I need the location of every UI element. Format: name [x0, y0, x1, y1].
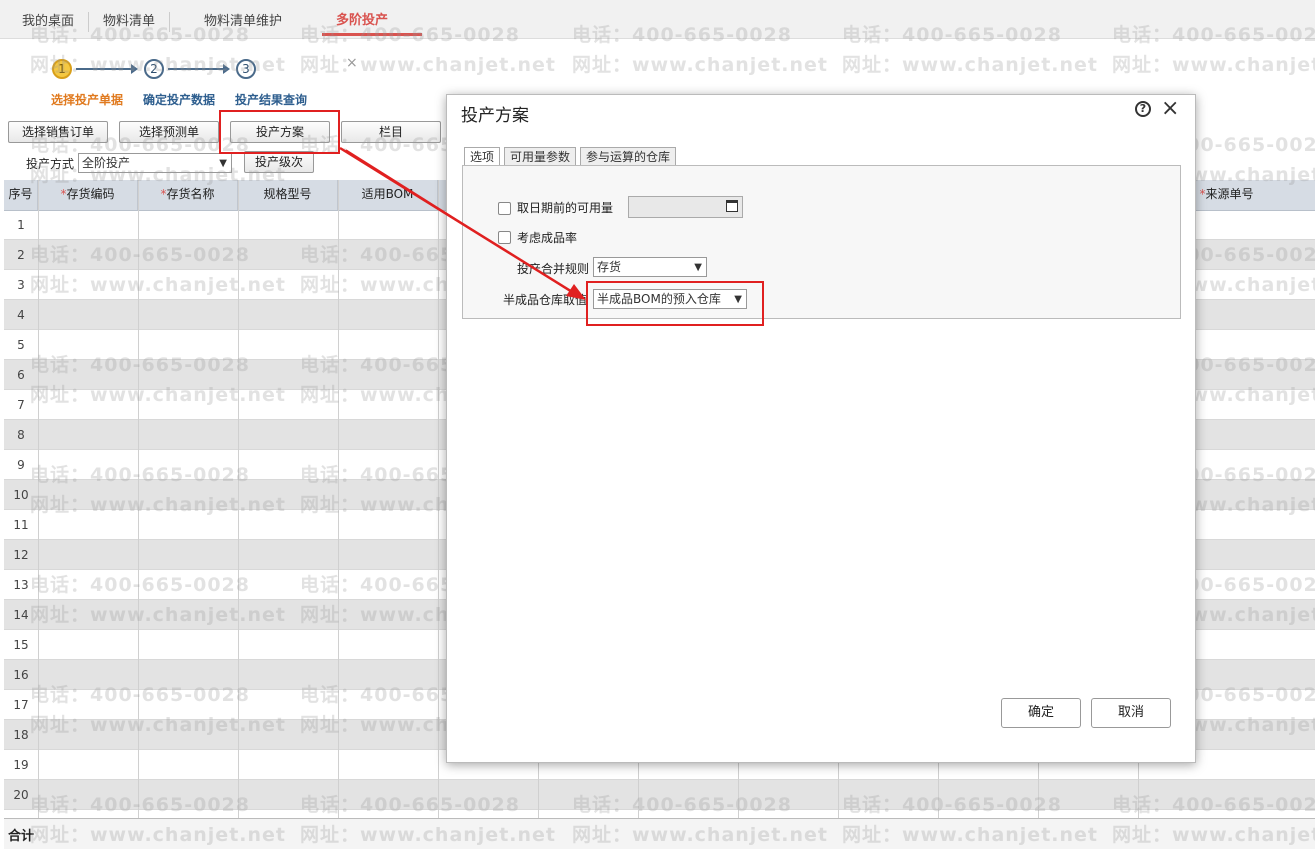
- annotation-arrow: [339, 146, 586, 300]
